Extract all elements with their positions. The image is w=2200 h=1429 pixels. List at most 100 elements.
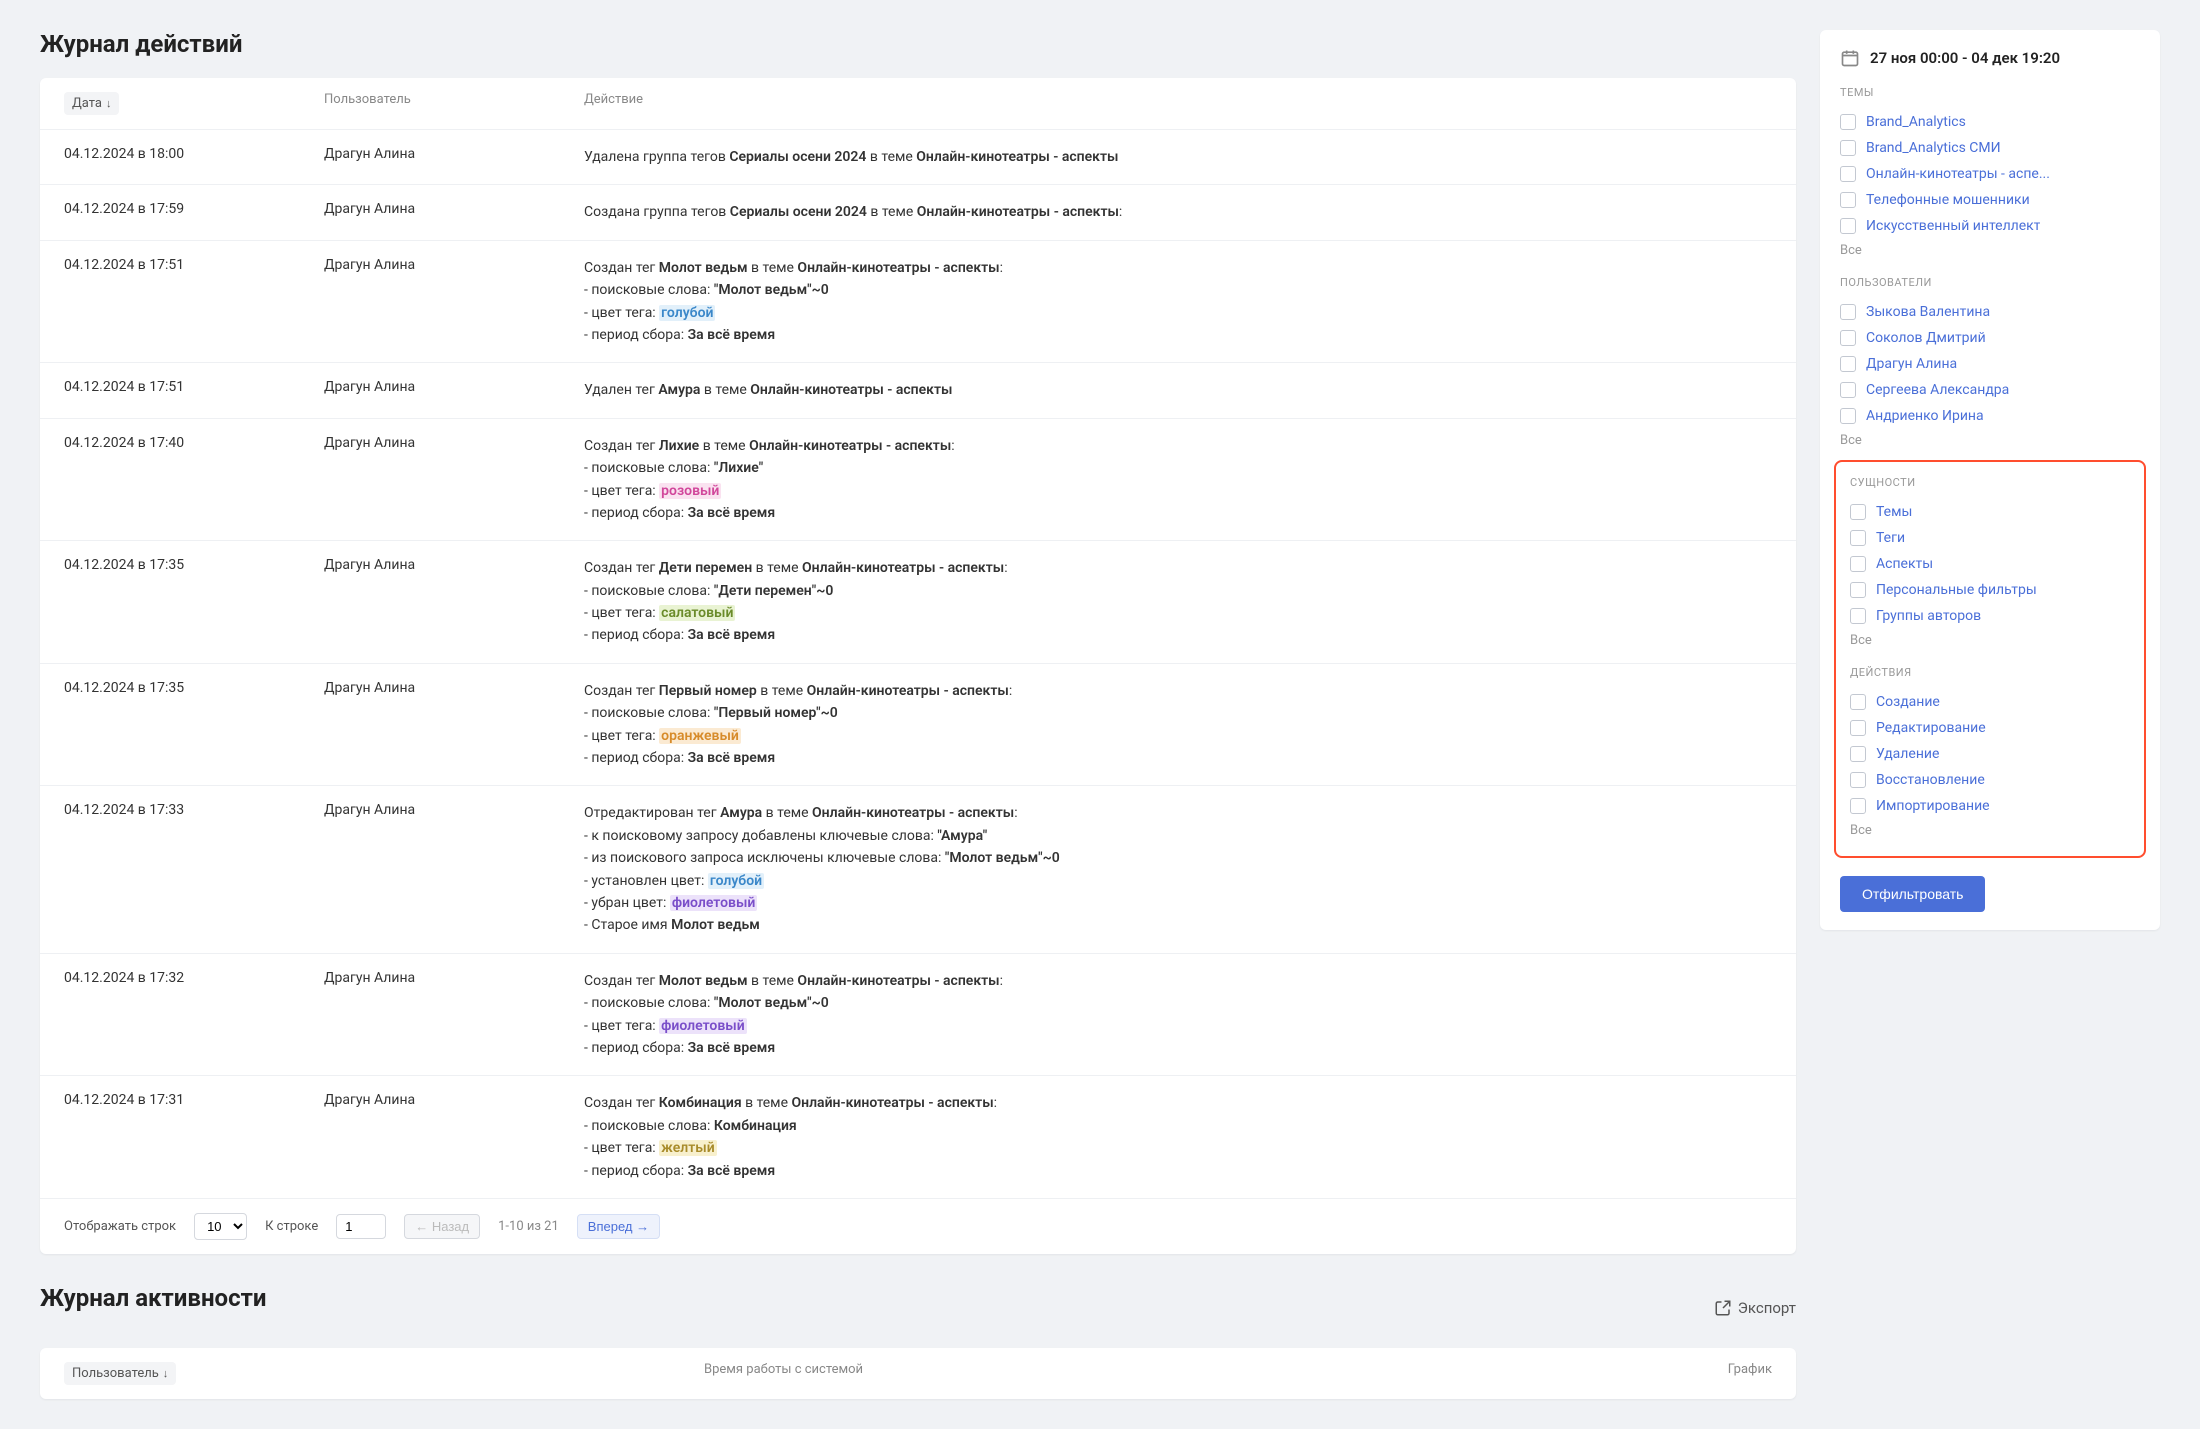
checkbox-icon — [1850, 556, 1866, 572]
filter-item[interactable]: Редактирование — [1850, 715, 2130, 741]
row-action: Создан тег Первый номер в теме Онлайн-ки… — [584, 680, 1772, 770]
row-date: 04.12.2024 в 17:32 — [64, 970, 324, 1060]
row-date: 04.12.2024 в 17:40 — [64, 435, 324, 525]
user-header-label[interactable]: Пользователь — [324, 92, 584, 115]
table-row: 04.12.2024 в 17:32Драгун АлинаСоздан тег… — [40, 953, 1796, 1076]
pagination-bar: Отображать строк 10 К строке ← Назад 1-1… — [40, 1198, 1796, 1254]
row-user: Драгун Алина — [324, 201, 584, 223]
checkbox-icon — [1850, 746, 1866, 762]
apply-filter-button[interactable]: Отфильтровать — [1840, 876, 1985, 912]
filter-item[interactable]: Телефонные мошенники — [1840, 187, 2140, 213]
export-icon — [1714, 1299, 1732, 1317]
action-header-label[interactable]: Действие — [584, 92, 1772, 115]
row-user: Драгун Алина — [324, 557, 584, 647]
filter-item[interactable]: Восстановление — [1850, 767, 2130, 793]
calendar-icon — [1840, 48, 1860, 68]
filter-group-title: ДЕЙСТВИЯ — [1850, 666, 2130, 679]
row-user: Драгун Алина — [324, 257, 584, 347]
filter-item[interactable]: Зыкова Валентина — [1840, 299, 2140, 325]
rows-per-page-label: Отображать строк — [64, 1219, 176, 1234]
table-row: 04.12.2024 в 17:33Драгун АлинаОтредактир… — [40, 785, 1796, 952]
filter-item[interactable]: Сергеева Александра — [1840, 377, 2140, 403]
filter-item-label: Brand_Analytics СМИ — [1866, 140, 2001, 156]
page-title: Журнал действий — [40, 30, 1796, 58]
activity-user-header: Пользователь — [72, 1366, 159, 1381]
filter-item-label: Создание — [1876, 694, 1940, 710]
actions-log-table: Дата ↓ Пользователь Действие 04.12.2024 … — [40, 78, 1796, 1254]
filter-item-label: Соколов Дмитрий — [1866, 330, 1986, 346]
row-date: 04.12.2024 в 17:35 — [64, 557, 324, 647]
checkbox-icon — [1840, 140, 1856, 156]
row-action: Создан тег Молот ведьм в теме Онлайн-кин… — [584, 257, 1772, 347]
show-all-entities[interactable]: Все — [1850, 633, 2130, 648]
activity-time-header[interactable]: Время работы с системой — [704, 1362, 1672, 1385]
show-all-themes[interactable]: Все — [1840, 243, 2140, 258]
filter-item-label: Драгун Алина — [1866, 356, 1957, 372]
filter-item-label: Телефонные мошенники — [1866, 192, 2030, 208]
filter-item[interactable]: Темы — [1850, 499, 2130, 525]
checkbox-icon — [1840, 408, 1856, 424]
show-all-users[interactable]: Все — [1840, 433, 2140, 448]
date-range-label: 27 ноя 00:00 - 04 дек 19:20 — [1870, 49, 2060, 67]
export-label: Экспорт — [1738, 1299, 1796, 1317]
table-row: 04.12.2024 в 17:51Драгун АлинаУдален тег… — [40, 362, 1796, 417]
rows-per-page-select[interactable]: 10 — [194, 1213, 247, 1240]
page-back-button[interactable]: ← Назад — [404, 1214, 480, 1239]
checkbox-icon — [1850, 608, 1866, 624]
checkbox-icon — [1840, 304, 1856, 320]
checkbox-icon — [1850, 530, 1866, 546]
filter-item-label: Редактирование — [1876, 720, 1986, 736]
filter-item-label: Онлайн-кинотеатры - аспе... — [1866, 166, 2050, 182]
checkbox-icon — [1840, 382, 1856, 398]
filter-item-label: Восстановление — [1876, 772, 1985, 788]
table-row: 04.12.2024 в 17:35Драгун АлинаСоздан тег… — [40, 663, 1796, 786]
filter-item[interactable]: Искусственный интеллект — [1840, 213, 2140, 239]
filter-item-label: Темы — [1876, 504, 1912, 520]
filter-item-label: Импортирование — [1876, 798, 1990, 814]
date-sort-chip[interactable]: Дата ↓ — [64, 92, 119, 115]
checkbox-icon — [1840, 330, 1856, 346]
show-all-actions[interactable]: Все — [1850, 823, 2130, 838]
filter-item[interactable]: Персональные фильтры — [1850, 577, 2130, 603]
filter-item[interactable]: Импортирование — [1850, 793, 2130, 819]
row-date: 04.12.2024 в 17:51 — [64, 379, 324, 401]
filter-item[interactable]: Brand_Analytics СМИ — [1840, 135, 2140, 161]
table-row: 04.12.2024 в 17:59Драгун АлинаСоздана гр… — [40, 184, 1796, 239]
sort-desc-icon: ↓ — [163, 1367, 169, 1380]
row-action: Удалена группа тегов Сериалы осени 2024 … — [584, 146, 1772, 168]
row-user: Драгун Алина — [324, 1092, 584, 1182]
filter-item[interactable]: Онлайн-кинотеатры - аспе... — [1840, 161, 2140, 187]
checkbox-icon — [1840, 218, 1856, 234]
table-row: 04.12.2024 в 18:00Драгун АлинаУдалена гр… — [40, 129, 1796, 184]
row-action: Создан тег Комбинация в теме Онлайн-кино… — [584, 1092, 1772, 1182]
filter-item[interactable]: Аспекты — [1850, 551, 2130, 577]
filter-item[interactable]: Соколов Дмитрий — [1840, 325, 2140, 351]
goto-row-label: К строке — [265, 1219, 318, 1234]
activity-chart-header[interactable]: График — [1672, 1362, 1772, 1385]
page-forward-button[interactable]: Вперед → — [577, 1214, 660, 1239]
filter-item[interactable]: Удаление — [1850, 741, 2130, 767]
activity-user-sort-chip[interactable]: Пользователь ↓ — [64, 1362, 176, 1385]
filter-item[interactable]: Драгун Алина — [1840, 351, 2140, 377]
activity-title: Журнал активности — [40, 1284, 266, 1312]
highlighted-filters: СУЩНОСТИ ТемыТегиАспектыПерсональные фил… — [1834, 460, 2146, 858]
filter-item[interactable]: Создание — [1850, 689, 2130, 715]
export-button[interactable]: Экспорт — [1714, 1299, 1796, 1317]
table-header: Дата ↓ Пользователь Действие — [40, 78, 1796, 129]
row-date: 04.12.2024 в 17:33 — [64, 802, 324, 936]
filter-item-label: Группы авторов — [1876, 608, 1981, 624]
checkbox-icon — [1850, 504, 1866, 520]
filter-item-label: Теги — [1876, 530, 1905, 546]
table-row: 04.12.2024 в 17:51Драгун АлинаСоздан тег… — [40, 240, 1796, 363]
filter-item[interactable]: Группы авторов — [1850, 603, 2130, 629]
filter-item[interactable]: Андриенко Ирина — [1840, 403, 2140, 429]
filter-item-label: Зыкова Валентина — [1866, 304, 1990, 320]
table-row: 04.12.2024 в 17:40Драгун АлинаСоздан тег… — [40, 418, 1796, 541]
checkbox-icon — [1840, 192, 1856, 208]
row-date: 04.12.2024 в 17:31 — [64, 1092, 324, 1182]
goto-row-input[interactable] — [336, 1214, 386, 1239]
filter-item[interactable]: Brand_Analytics — [1840, 109, 2140, 135]
date-range-picker[interactable]: 27 ноя 00:00 - 04 дек 19:20 — [1840, 48, 2140, 68]
filter-group-title: ТЕМЫ — [1840, 86, 2140, 99]
filter-item[interactable]: Теги — [1850, 525, 2130, 551]
